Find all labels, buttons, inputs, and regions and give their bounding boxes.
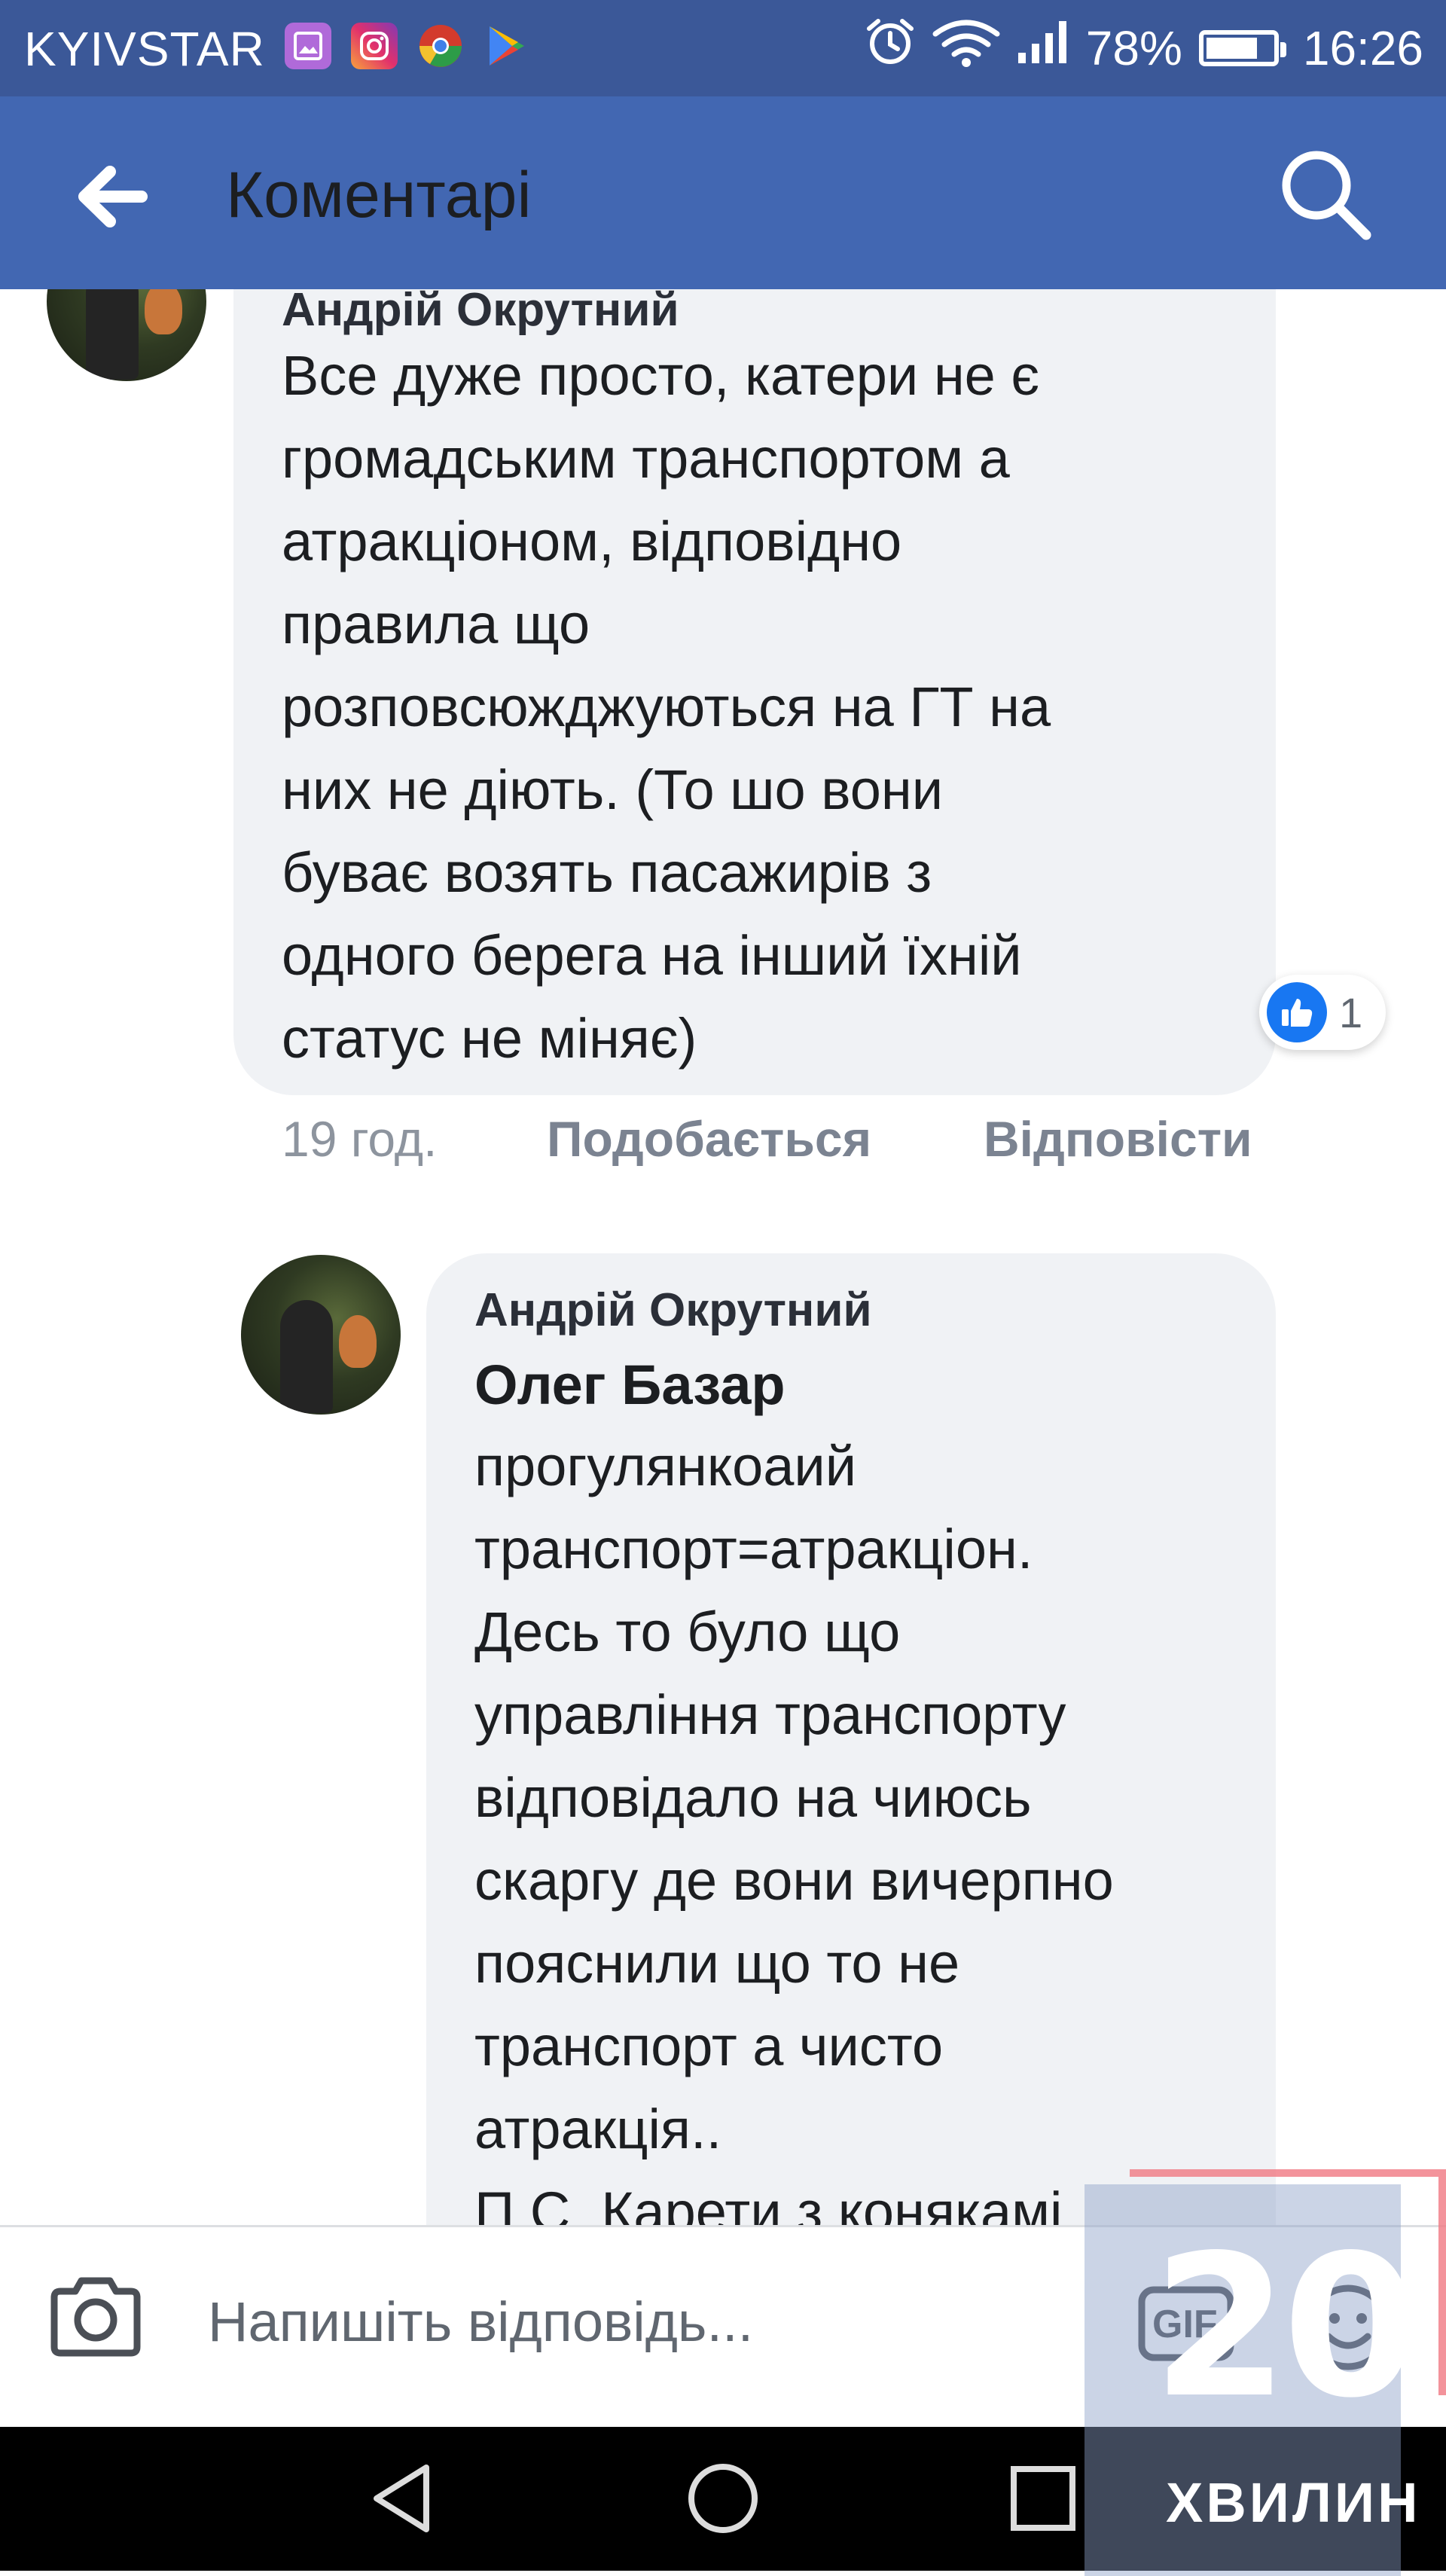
comment-time: 19 год. [282, 1111, 438, 1167]
watermark-number: 20 [1152, 2214, 1419, 2441]
watermark-logo: 20 ХВИЛИН [1084, 2169, 1446, 2576]
reply-author[interactable]: Андрій Окрутний [474, 1283, 872, 1337]
back-triangle-icon[interactable] [362, 2457, 444, 2540]
notification-icons [285, 23, 530, 69]
comment-text: Все дуже просто, катери не є громадським… [282, 344, 1051, 1070]
clock: 16:26 [1302, 20, 1423, 75]
reaction-badge[interactable]: 1 [1259, 975, 1386, 1050]
like-button[interactable]: Подобається [547, 1110, 871, 1167]
battery-percent: 78% [1085, 20, 1182, 75]
status-indicators: 78% 16:26 [865, 17, 1423, 79]
play-store-icon [484, 23, 530, 69]
mention-tag[interactable]: Олег Базар [474, 1353, 786, 1417]
camera-icon[interactable] [47, 2275, 145, 2358]
status-bar: KYIVSTAR 78% 16:26 [0, 0, 1446, 96]
reply-text: прогулянкоаий транспорт=атракціон. Десь … [474, 1435, 1114, 2225]
avatar[interactable] [47, 289, 206, 381]
carrier-name: KYIVSTAR [24, 22, 265, 76]
reply-button[interactable]: Відповісти [984, 1110, 1252, 1167]
arrow-left-icon[interactable] [72, 155, 155, 238]
instagram-icon [351, 23, 398, 69]
page-title: Коментарі [226, 159, 532, 231]
comments-list[interactable]: Андрій Окрутний Все дуже просто, катери … [0, 289, 1446, 2225]
search-icon[interactable] [1273, 142, 1378, 247]
battery-icon [1198, 29, 1286, 66]
app-bar [0, 96, 1446, 289]
thumbs-up-icon [1267, 982, 1327, 1042]
home-circle-icon[interactable] [682, 2457, 764, 2540]
watermark-word: ХВИЛИН [1166, 2471, 1421, 2534]
recents-square-icon[interactable] [1002, 2457, 1084, 2540]
reaction-count: 1 [1339, 988, 1363, 1036]
chrome-icon [417, 23, 464, 69]
gallery-icon [285, 23, 331, 69]
wifi-icon [932, 17, 1000, 78]
comment-author[interactable]: Андрій Окрутний [282, 289, 679, 337]
signal-icon [1017, 20, 1069, 76]
reply-input[interactable]: Напишіть відповідь... [208, 2290, 753, 2354]
avatar[interactable] [241, 1255, 401, 1415]
alarm-icon [865, 17, 916, 79]
